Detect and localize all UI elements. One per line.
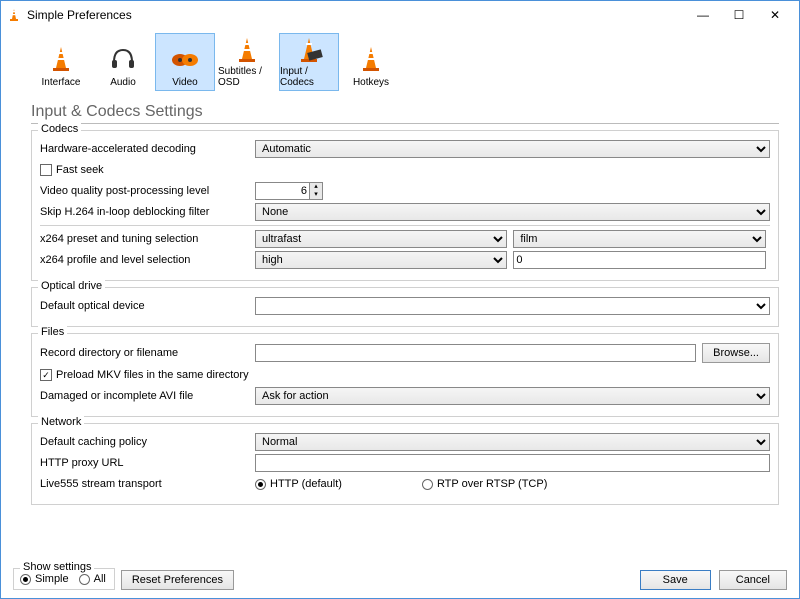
close-button[interactable]: ✕ xyxy=(757,3,793,27)
x264-profile-label: x264 profile and level selection xyxy=(40,254,255,266)
simple-radio[interactable]: Simple xyxy=(20,573,69,585)
x264-tune-select[interactable]: film xyxy=(513,230,765,248)
category-tabs: Interface Audio Video Subtitles / OSD In… xyxy=(1,29,799,99)
record-label: Record directory or filename xyxy=(40,347,255,359)
fast-seek-checkbox[interactable]: Fast seek xyxy=(40,164,104,176)
damaged-label: Damaged or incomplete AVI file xyxy=(40,390,255,402)
tab-audio[interactable]: Audio xyxy=(93,33,153,91)
page-title: Input & Codecs Settings xyxy=(31,103,779,124)
x264-preset-select[interactable]: ultrafast xyxy=(255,230,507,248)
optical-group: Optical drive Default optical device xyxy=(31,287,779,327)
headphones-icon xyxy=(105,41,141,77)
footer: Show settings Simple All Reset Preferenc… xyxy=(13,568,787,590)
codecs-group: Codecs Hardware-accelerated decoding Aut… xyxy=(31,130,779,281)
reset-button[interactable]: Reset Preferences xyxy=(121,570,234,590)
content-area: Input & Codecs Settings Codecs Hardware-… xyxy=(1,99,799,598)
proxy-input[interactable] xyxy=(255,454,770,472)
cone-icon xyxy=(229,34,265,66)
spin-down-icon[interactable]: ▾ xyxy=(310,191,322,199)
browse-button[interactable]: Browse... xyxy=(702,343,770,363)
cache-select[interactable]: Normal xyxy=(255,433,770,451)
record-input[interactable] xyxy=(255,344,696,362)
preload-mkv-checkbox[interactable]: ✓Preload MKV files in the same directory xyxy=(40,369,249,381)
show-settings-group: Show settings Simple All xyxy=(13,568,115,590)
x264-preset-label: x264 preset and tuning selection xyxy=(40,233,255,245)
cone-card-icon xyxy=(291,34,327,66)
tab-input-codecs[interactable]: Input / Codecs xyxy=(279,33,339,91)
rtp-radio[interactable]: RTP over RTSP (TCP) xyxy=(422,478,547,490)
all-radio[interactable]: All xyxy=(79,573,106,585)
http-radio[interactable]: HTTP (default) xyxy=(255,478,342,490)
hw-decode-select[interactable]: Automatic xyxy=(255,140,770,158)
files-group: Files Record directory or filename Brows… xyxy=(31,333,779,417)
cancel-button[interactable]: Cancel xyxy=(719,570,787,590)
titlebar: Simple Preferences — ☐ ✕ xyxy=(1,1,799,29)
optical-select[interactable] xyxy=(255,297,770,315)
skip-select[interactable]: None xyxy=(255,203,770,221)
maximize-button[interactable]: ☐ xyxy=(721,3,757,27)
proxy-label: HTTP proxy URL xyxy=(40,457,255,469)
vq-spinner[interactable]: ▴▾ xyxy=(255,182,323,200)
optical-label: Default optical device xyxy=(40,300,255,312)
tab-interface[interactable]: Interface xyxy=(31,33,91,91)
video-icon xyxy=(167,41,203,77)
live555-label: Live555 stream transport xyxy=(40,478,255,490)
x264-level-input[interactable] xyxy=(513,251,765,269)
damaged-select[interactable]: Ask for action xyxy=(255,387,770,405)
skip-label: Skip H.264 in-loop deblocking filter xyxy=(40,206,255,218)
cone-icon xyxy=(353,41,389,77)
cone-icon xyxy=(43,41,79,77)
window-title: Simple Preferences xyxy=(27,8,685,22)
vq-label: Video quality post-processing level xyxy=(40,185,255,197)
vlc-app-icon xyxy=(7,8,21,22)
spin-up-icon[interactable]: ▴ xyxy=(310,183,322,191)
x264-profile-select[interactable]: high xyxy=(255,251,507,269)
minimize-button[interactable]: — xyxy=(685,3,721,27)
preferences-window: Simple Preferences — ☐ ✕ Interface Audio… xyxy=(0,0,800,599)
hw-decode-label: Hardware-accelerated decoding xyxy=(40,143,255,155)
network-group: Network Default caching policy Normal HT… xyxy=(31,423,779,505)
save-button[interactable]: Save xyxy=(640,570,711,590)
tab-video[interactable]: Video xyxy=(155,33,215,91)
cache-label: Default caching policy xyxy=(40,436,255,448)
tab-hotkeys[interactable]: Hotkeys xyxy=(341,33,401,91)
tab-subtitles[interactable]: Subtitles / OSD xyxy=(217,33,277,91)
